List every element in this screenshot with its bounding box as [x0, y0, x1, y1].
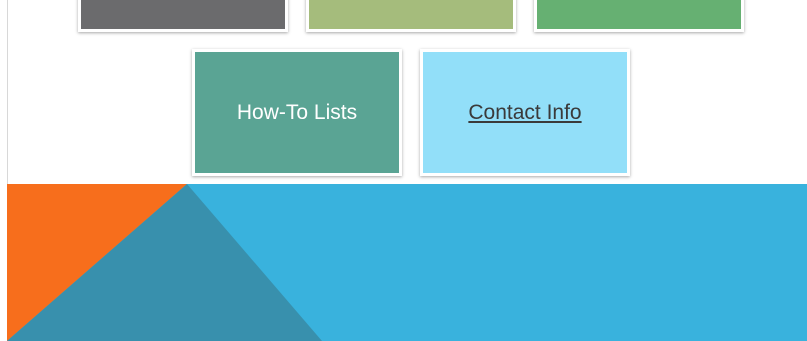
how-to-lists-tile[interactable]: How-To Lists [195, 52, 399, 173]
top-tile-olive-green[interactable] [309, 0, 513, 29]
tile-frame-top-3 [534, 0, 744, 32]
top-tile-dark-gray[interactable] [81, 0, 285, 29]
contact-info-tile[interactable]: Contact Info [423, 52, 627, 173]
tile-frame-top-1 [78, 0, 288, 32]
left-divider [7, 0, 8, 184]
page: How-To Lists Contact Info [0, 0, 807, 341]
banner-graphic [7, 184, 807, 341]
top-tile-green[interactable] [537, 0, 741, 29]
contact-info-link[interactable]: Contact Info [468, 101, 581, 125]
tile-frame-contact: Contact Info [420, 49, 630, 176]
footer-banner [7, 184, 807, 341]
how-to-lists-label: How-To Lists [236, 100, 358, 124]
tile-frame-top-2 [306, 0, 516, 32]
tile-frame-how-to: How-To Lists [192, 49, 402, 176]
